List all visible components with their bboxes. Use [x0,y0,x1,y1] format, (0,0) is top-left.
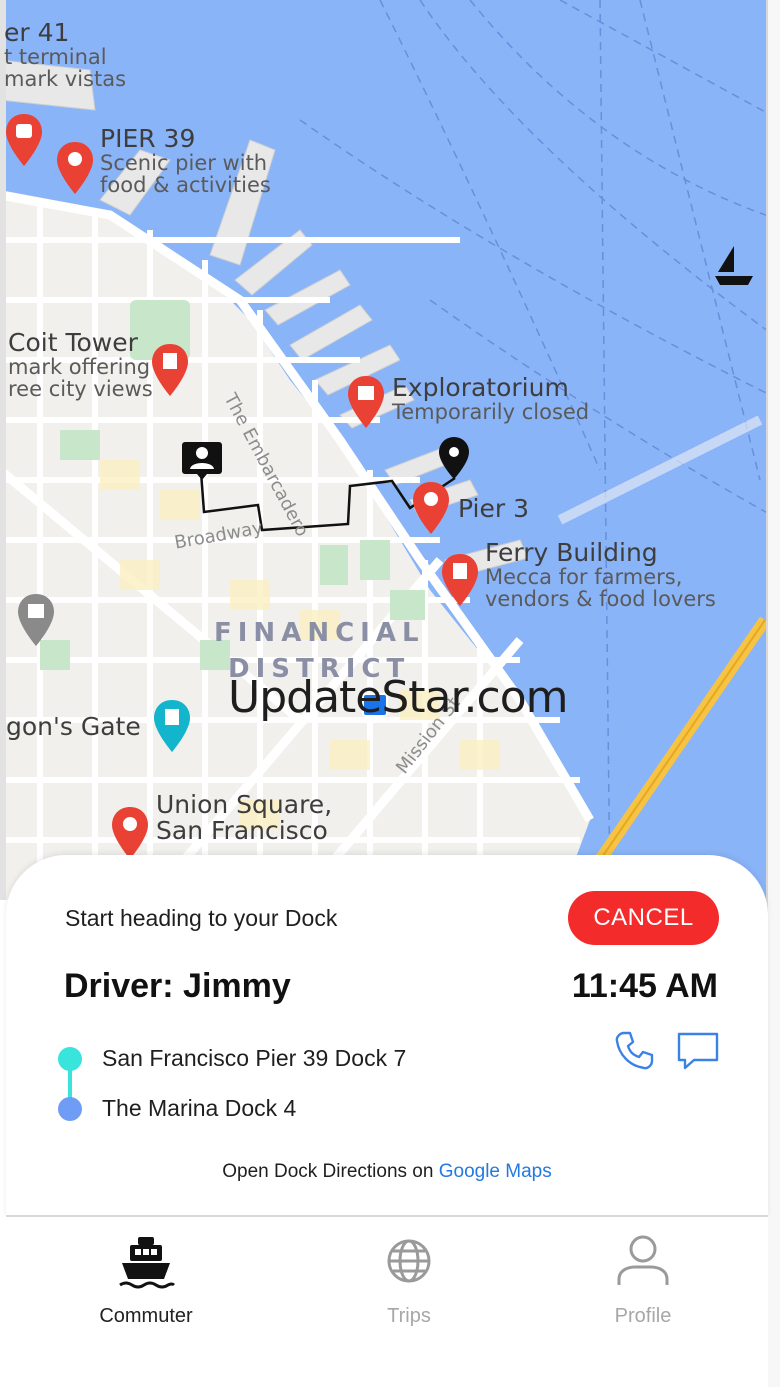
trip-status-text: Start heading to your Dock [65,905,338,931]
watermark: UpdateStar.com [228,672,569,723]
trip-sheet: Start heading to your Dock CANCEL Driver… [6,855,768,1217]
tab-commuter[interactable]: Commuter [56,1233,236,1328]
destination-dot-icon [58,1097,82,1121]
map-pin-transit[interactable] [4,112,44,168]
map-view[interactable]: er 41 t terminal mark vistas PIER 39 Sce… [0,0,780,900]
map-pin-exploratorium[interactable] [346,374,386,430]
origin-dot-icon [58,1047,82,1071]
map-label-exploratorium: Exploratorium Temporarily closed [392,373,590,425]
map-pin-ferry-building[interactable] [440,552,480,608]
directions-line: Open Dock Directions on Google Maps [6,1161,768,1183]
cancel-button[interactable]: CANCEL [568,891,719,945]
map-label-union-square: Union Square, San Francisco [156,790,333,846]
tab-profile[interactable]: Profile [553,1233,733,1328]
map-label-dragons-gate: gon's Gate [6,712,141,741]
ferry-icon [116,1233,176,1293]
user-location-icon[interactable] [181,440,223,482]
tab-profile-label: Profile [614,1305,672,1327]
map-label-coit-tower: Coit Tower mark offering ree city views [8,328,153,402]
map-pin-dragons-gate[interactable] [152,698,192,754]
globe-icon [379,1233,439,1293]
right-edge-strip [766,0,780,1387]
map-pin-coit-tower[interactable] [150,342,190,398]
map-pin-union-square[interactable] [110,805,150,861]
sailboat-icon [712,244,756,288]
user-icon [613,1233,673,1293]
tab-trips-label: Trips [387,1305,431,1327]
tab-commuter-label: Commuter [99,1305,193,1327]
map-pin-gray[interactable] [16,592,56,648]
origin-dock: San Francisco Pier 39 Dock 7 [102,1045,407,1071]
eta-time: 11:45 AM [571,967,718,1005]
destination-pin-icon[interactable] [438,436,470,480]
district-label-line1: FINANCIAL [214,618,425,648]
map-label-pier3: Pier 3 [458,494,529,523]
message-icon[interactable] [676,1029,720,1073]
tab-bar: Commuter Trips Profile [6,1215,768,1387]
directions-prefix: Open Dock Directions on [222,1161,439,1182]
phone-icon[interactable] [612,1029,656,1073]
map-label-pier39: PIER 39 Scenic pier with food & activiti… [100,124,271,198]
destination-dock: The Marina Dock 4 [102,1095,297,1121]
map-pin-pier3[interactable] [411,480,451,536]
map-label-ferry-building: Ferry Building Mecca for farmers, vendor… [485,538,716,612]
map-pin-pier39[interactable] [55,140,95,196]
route-connector [68,1067,72,1101]
tab-trips[interactable]: Trips [319,1233,499,1328]
map-label-pier41: er 41 t terminal mark vistas [4,18,127,92]
google-maps-link[interactable]: Google Maps [439,1161,552,1182]
driver-name: Driver: Jimmy [64,967,291,1005]
